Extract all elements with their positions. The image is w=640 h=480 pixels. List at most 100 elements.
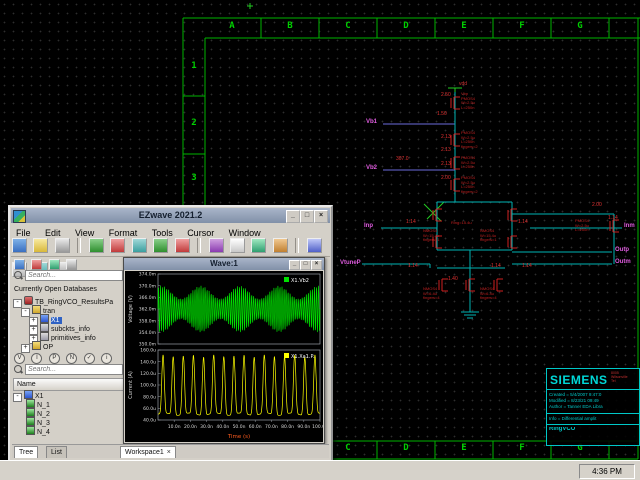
- svg-text:350.0m: 350.0m: [139, 342, 156, 348]
- print-icon[interactable]: [55, 238, 70, 253]
- wave-titlebar[interactable]: Wave:1 _ □ ×: [124, 258, 324, 270]
- net-value: 2.13: [441, 162, 451, 167]
- zoom-out-icon[interactable]: [230, 238, 245, 253]
- ezwave-titlebar[interactable]: EZwave 2021.2 _ □ ×: [11, 208, 330, 223]
- refresh-icon[interactable]: [49, 259, 60, 270]
- ezwave-title: EZwave 2021.2: [139, 210, 203, 220]
- search-icon: [14, 271, 22, 279]
- toolbar-separator: [77, 238, 81, 253]
- svg-text:40.0n: 40.0n: [216, 424, 229, 430]
- tab-tree[interactable]: Tree: [14, 446, 38, 458]
- current-filter-icon[interactable]: I: [31, 353, 42, 364]
- cell-icon: [40, 314, 49, 323]
- check-icon[interactable]: ✓: [84, 353, 95, 364]
- tree-item-tran[interactable]: -tran: [13, 305, 55, 314]
- cell-icon: [24, 390, 33, 399]
- browser-panel: Currently Open Databases -TB_RingVCO_Res…: [13, 258, 123, 442]
- taskbar[interactable]: 4:36 PM: [0, 460, 640, 480]
- close-tab-icon[interactable]: ×: [167, 447, 171, 458]
- device-label: NMOS4 W=6.4u fingers=4: [423, 287, 440, 301]
- waveform-icon: [26, 399, 35, 408]
- title-block-cellname: RingVCO: [549, 427, 637, 432]
- svg-text:90.0n: 90.0n: [297, 424, 310, 430]
- close-button[interactable]: ×: [314, 210, 328, 223]
- device-label: PMOS4 W=2.5u L=250n: [575, 219, 589, 233]
- minimize-button[interactable]: _: [289, 260, 300, 270]
- port-inp[interactable]: Inp: [364, 223, 373, 229]
- net-value: 1.40: [448, 277, 458, 282]
- maximize-button[interactable]: □: [300, 260, 311, 270]
- zoom-in-icon[interactable]: [209, 238, 224, 253]
- zone-letter: F: [516, 21, 528, 31]
- signal-item[interactable]: N_3: [13, 417, 50, 426]
- tree-item-x1[interactable]: +X1: [13, 314, 62, 323]
- wave-window[interactable]: Wave:1 _ □ × 374.0m370.0m366.0m362.0m358…: [123, 257, 325, 444]
- svg-text:70.0n: 70.0n: [265, 424, 278, 430]
- device-label: PMOS4 W=2.5u L=250n fingers=2: [461, 131, 478, 149]
- save-icon[interactable]: [33, 238, 48, 253]
- cut-icon[interactable]: [89, 238, 104, 253]
- info-icon[interactable]: i: [101, 353, 112, 364]
- tree-item-subckts[interactable]: +subckts_info: [13, 323, 90, 332]
- net-value: 1.14: [491, 264, 501, 269]
- svg-text:160.0u: 160.0u: [140, 348, 156, 354]
- tree-item-database[interactable]: -TB_RingVCO_ResultsPa: [13, 296, 113, 305]
- close-database-icon[interactable]: [31, 259, 42, 270]
- device-label: PMOS4 W=2.5u L=250n: [461, 156, 475, 170]
- paste-icon[interactable]: [132, 238, 147, 253]
- redo-icon[interactable]: [175, 238, 190, 253]
- svg-text:120.0u: 120.0u: [140, 371, 156, 377]
- folder-icon: [32, 341, 41, 350]
- zone-letter: B: [284, 21, 296, 31]
- power-filter-icon[interactable]: P: [49, 353, 60, 364]
- signal-item[interactable]: N_4: [13, 426, 50, 435]
- signal-item[interactable]: N_1: [13, 399, 50, 408]
- port-vb2[interactable]: Vb2: [366, 165, 377, 171]
- close-button[interactable]: ×: [311, 260, 322, 270]
- filter-icon[interactable]: [66, 259, 77, 270]
- svg-text:140.0u: 140.0u: [140, 359, 156, 365]
- pan-icon[interactable]: [273, 238, 288, 253]
- vdd-label: vdd: [459, 82, 467, 87]
- open-database-icon[interactable]: [14, 259, 25, 270]
- info-icon: [40, 332, 49, 341]
- zone-letter: A: [226, 21, 238, 31]
- database-icon: [24, 296, 33, 305]
- port-vtunep[interactable]: VtuneP: [340, 260, 361, 266]
- svg-text:100.0u: 100.0u: [140, 383, 156, 389]
- port-vb1[interactable]: Vb1: [366, 119, 377, 125]
- signal-wires: [362, 92, 622, 318]
- zone-letter: D: [400, 443, 412, 453]
- open-icon[interactable]: [12, 238, 27, 253]
- database-search-input[interactable]: [25, 270, 123, 281]
- zoom-fit-icon[interactable]: [251, 238, 266, 253]
- signal-item[interactable]: N_2: [13, 408, 50, 417]
- plot-area[interactable]: 374.0m370.0m366.0m362.0m358.0m354.0m350.…: [125, 271, 323, 442]
- undo-icon[interactable]: [153, 238, 168, 253]
- svg-text:40.0u: 40.0u: [143, 418, 156, 424]
- net-value: 307.0: [396, 157, 409, 162]
- net-value: 1.14: [408, 264, 418, 269]
- tab-list[interactable]: List: [46, 446, 67, 458]
- device-label: PMOS4 W=2.5u L=250n fingers=2: [461, 176, 478, 194]
- noise-filter-icon[interactable]: N: [66, 353, 77, 364]
- tree-item-x1-signals[interactable]: -X1: [13, 390, 44, 399]
- svg-text:Time (s): Time (s): [227, 434, 250, 440]
- cursor-tool-icon[interactable]: [307, 238, 322, 253]
- port-inm[interactable]: Inm: [624, 223, 635, 229]
- maximize-button[interactable]: □: [300, 210, 314, 223]
- copy-icon[interactable]: [110, 238, 125, 253]
- waveform-plot[interactable]: 374.0m370.0m366.0m362.0m358.0m354.0m350.…: [125, 271, 323, 442]
- port-outm[interactable]: Outm: [615, 259, 631, 265]
- zone-number: 2: [188, 118, 200, 128]
- title-block: SIEMENS 8005 Wilsonville Tel Created = 5…: [546, 368, 640, 446]
- signal-search-input[interactable]: [25, 364, 123, 375]
- minimize-button[interactable]: _: [286, 210, 300, 223]
- tree-item-op[interactable]: +OP: [13, 341, 53, 350]
- voltage-filter-icon[interactable]: V: [14, 353, 25, 364]
- tree-label: primitives_info: [51, 335, 96, 342]
- tab-workspace1[interactable]: Workspace1×: [120, 446, 176, 458]
- port-outp[interactable]: Outp: [615, 247, 629, 253]
- ezwave-window[interactable]: EZwave 2021.2 _ □ × File Edit View Forma…: [8, 205, 333, 462]
- tree-item-primitives[interactable]: +primitives_info: [13, 332, 96, 341]
